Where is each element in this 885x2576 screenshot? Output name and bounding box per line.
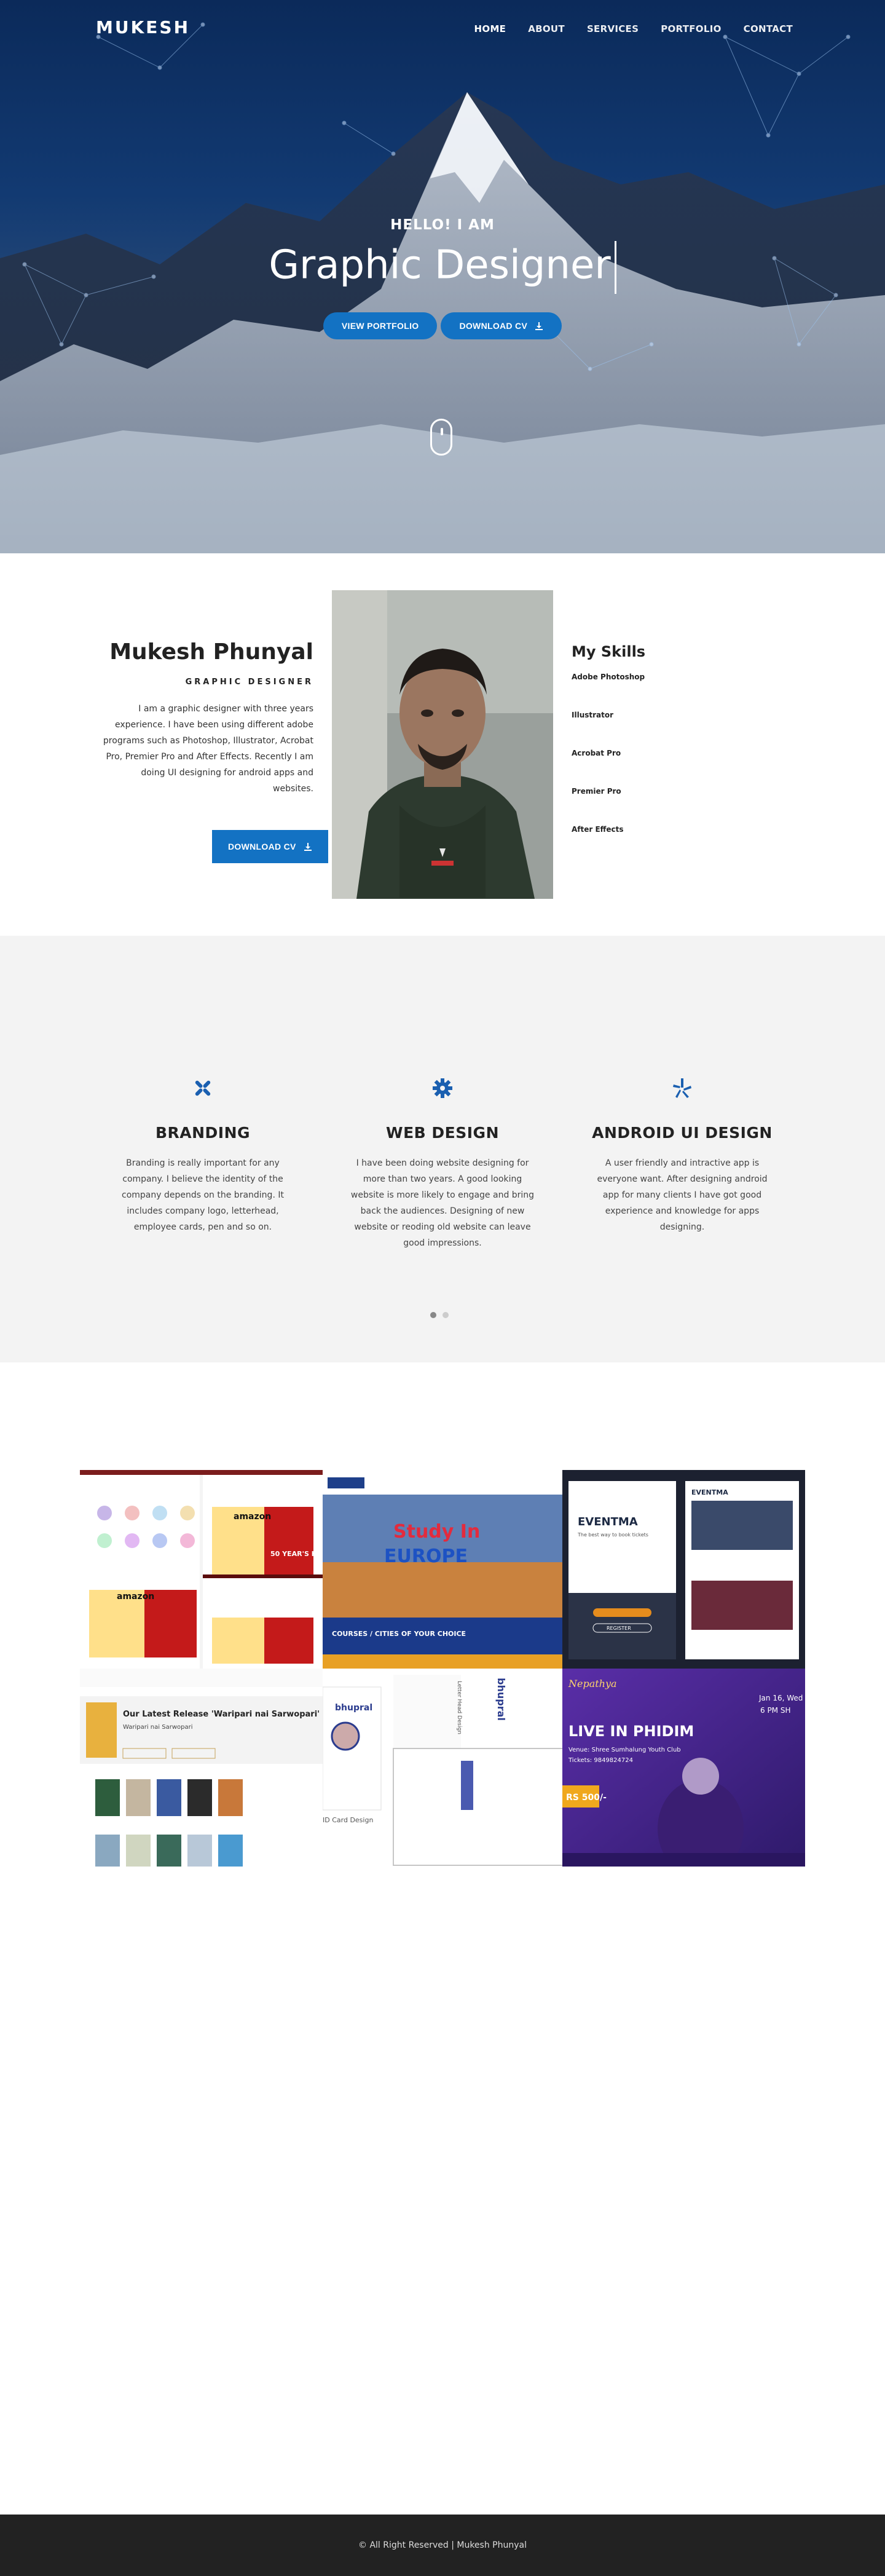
profile-photo <box>332 590 553 899</box>
hero-greeting: HELLO! I AM <box>390 217 495 233</box>
letterhead-caption: Letter Head Design <box>456 1681 462 1734</box>
eventma-register: REGISTER <box>607 1626 631 1631</box>
concert-tickets: Tickets: 9849824724 <box>568 1757 633 1764</box>
download-icon <box>304 843 312 851</box>
nav-link-home[interactable]: HOME <box>474 23 506 34</box>
nav-link-services[interactable]: SERVICES <box>587 23 639 34</box>
cog-icon <box>433 1078 452 1098</box>
service-text: A user friendly and intractive app is ev… <box>597 1158 768 1232</box>
service-card-web-design: WEB DESIGN I have been doing website des… <box>350 1077 535 1251</box>
idcard-caption: ID Card Design <box>323 1816 373 1824</box>
books-subheading: Waripari nai Sarwopari <box>123 1724 192 1731</box>
amazon-offer-text: 50 YEAR'S HSC <box>270 1550 323 1558</box>
service-card-branding: BRANDING Branding is really important fo… <box>111 1077 295 1235</box>
skill-item: Illustrator <box>572 711 614 719</box>
hero-download-cv-button[interactable]: DOWNLOAD CV <box>441 312 562 339</box>
books-mockup: Our Latest Release 'Waripari nai Sarwopa… <box>80 1669 323 1867</box>
nav-link-contact[interactable]: CONTACT <box>744 23 793 34</box>
service-title: ANDROID UI DESIGN <box>592 1124 773 1142</box>
branding-mockup: bhupral ID Card Design bhupral Letter He… <box>323 1669 562 1867</box>
concert-date: Jan 16, Wed <box>758 1694 803 1702</box>
eventma-brand: EVENTMA <box>578 1515 638 1528</box>
letterhead-brand: bhupral <box>495 1678 507 1721</box>
portfolio-item-books[interactable]: Our Latest Release 'Waripari nai Sarwopa… <box>80 1669 323 1867</box>
about-name: Mukesh Phunyal <box>109 639 313 665</box>
about-description: I am a graphic designer with three years… <box>103 704 313 794</box>
scroll-down-mouse-icon[interactable] <box>430 419 452 456</box>
services-section: BRANDING Branding is really important fo… <box>0 936 885 1362</box>
about-download-cv-label: DOWNLOAD CV <box>228 842 296 851</box>
study-subtitle: EUROPE <box>384 1546 468 1567</box>
study-title: Study In <box>393 1521 480 1543</box>
top-navbar: MUKESH HOME ABOUT SERVICES PORTFOLIO CON… <box>0 0 885 59</box>
skill-item: Acrobat Pro <box>572 749 621 757</box>
portfolio-item-concert[interactable]: Nepathya LIVE IN PHIDIM Venue: Shree Sum… <box>562 1669 805 1867</box>
hero-download-cv-label: DOWNLOAD CV <box>459 321 528 331</box>
profile-photo-image <box>332 590 553 899</box>
service-text: Branding is really important for any com… <box>122 1158 284 1232</box>
carousel-dot[interactable] <box>442 1312 449 1318</box>
app-ui-mockup: amazon amazon 50 YEAR'S HSC <box>80 1470 323 1669</box>
about-download-cv-button[interactable]: DOWNLOAD CV <box>212 830 328 863</box>
portfolio-item-eventma[interactable]: EVENTMA The best way to book tickets REG… <box>562 1470 805 1669</box>
amazon-logo-text: amazon <box>234 1512 271 1522</box>
carousel-dots <box>430 1312 449 1318</box>
eventma-tagline: The best way to book tickets <box>577 1532 648 1538</box>
study-footer: COURSES / CITIES OF YOUR CHOICE <box>332 1630 466 1638</box>
study-europe-mockup: Study In EUROPE COURSES / CITIES OF YOUR… <box>323 1470 562 1669</box>
mouse-wheel <box>441 428 443 435</box>
hero-title: Graphic Designer <box>0 241 885 294</box>
site-footer: © All Right Reserved | Mukesh Phunyal <box>0 2515 885 2576</box>
service-card-android-ui: ANDROID UI DESIGN A user friendly and in… <box>590 1077 774 1235</box>
service-title: WEB DESIGN <box>386 1124 499 1142</box>
concert-poster: Nepathya LIVE IN PHIDIM Venue: Shree Sum… <box>562 1669 805 1867</box>
hero-title-text: Graphic Designer <box>269 242 611 288</box>
concert-price: RS 500/- <box>566 1793 607 1803</box>
concert-brand: Nepathya <box>568 1678 617 1689</box>
books-heading: Our Latest Release 'Waripari nai Sarwopa… <box>123 1710 320 1719</box>
eventma-mockup: EVENTMA The best way to book tickets REG… <box>562 1470 805 1669</box>
about-section: Mukesh Phunyal GRAPHIC DESIGNER I am a g… <box>0 553 885 936</box>
service-title: BRANDING <box>155 1124 251 1142</box>
portfolio-item-app-ui[interactable]: amazon amazon 50 YEAR'S HSC <box>80 1470 323 1669</box>
portfolio-section: amazon amazon 50 YEAR'S HSC Study In EUR… <box>0 1362 885 2515</box>
skill-item: Adobe Photoshop <box>572 673 645 681</box>
site-logo[interactable]: MUKESH <box>96 17 190 38</box>
nav-link-about[interactable]: ABOUT <box>528 23 565 34</box>
portfolio-item-study-europe[interactable]: Study In EUROPE COURSES / CITIES OF YOUR… <box>323 1470 562 1669</box>
nav-link-portfolio[interactable]: PORTFOLIO <box>661 23 721 34</box>
skill-item: After Effects <box>572 825 624 834</box>
concert-title: LIVE IN PHIDIM <box>568 1723 694 1740</box>
concert-venue: Venue: Shree Sumhalung Youth Club <box>568 1747 681 1753</box>
hero-buttons: VIEW PORTFOLIO DOWNLOAD CV <box>0 312 885 339</box>
skills-title: My Skills <box>572 643 646 660</box>
concert-time: 6 PM SH <box>760 1706 791 1715</box>
amazon-logo-text: amazon <box>117 1592 154 1602</box>
skill-item: Premier Pro <box>572 787 621 796</box>
carousel-dot[interactable] <box>430 1312 436 1318</box>
typing-cursor <box>614 241 616 294</box>
yelp-icon <box>673 1078 691 1098</box>
view-portfolio-button[interactable]: VIEW PORTFOLIO <box>323 312 438 339</box>
service-text: I have been doing website designing for … <box>350 1158 535 1248</box>
nav-menu: HOME ABOUT SERVICES PORTFOLIO CONTACT <box>474 23 793 34</box>
footer-copyright: © All Right Reserved | Mukesh Phunyal <box>358 2540 527 2550</box>
hero-section: MUKESH HOME ABOUT SERVICES PORTFOLIO CON… <box>0 0 885 553</box>
download-icon <box>535 322 543 330</box>
eventma-brand: EVENTMA <box>691 1488 728 1496</box>
about-role: GRAPHIC DESIGNER <box>185 678 313 687</box>
joomla-icon <box>195 1080 211 1096</box>
portfolio-item-branding[interactable]: bhupral ID Card Design bhupral Letter He… <box>323 1669 562 1867</box>
idcard-brand: bhupral <box>335 1703 372 1713</box>
view-portfolio-label: VIEW PORTFOLIO <box>341 321 419 331</box>
